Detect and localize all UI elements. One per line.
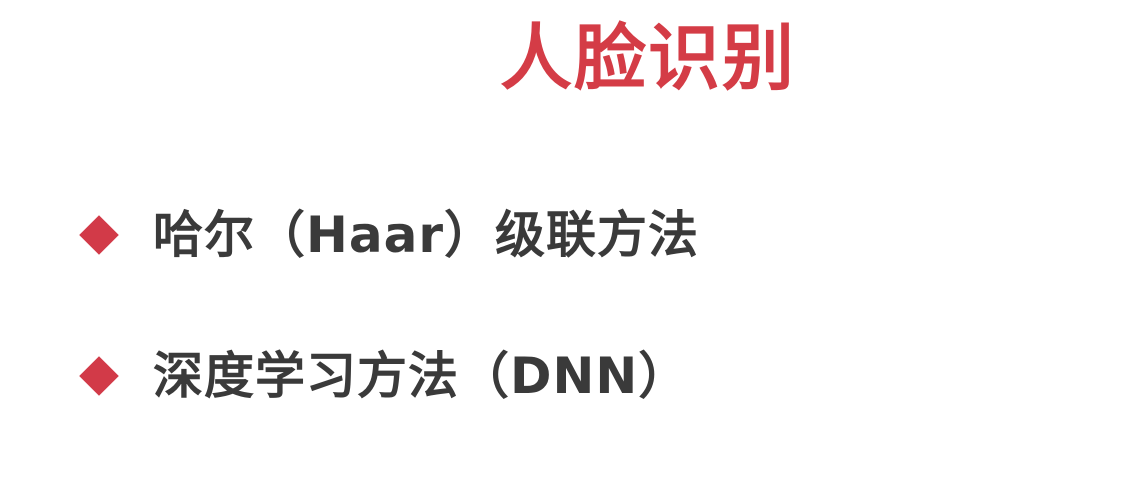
slide: 人脸识别 哈尔（Haar）级联方法 深度学习方法（DNN） xyxy=(0,0,1139,480)
bullet-item: 深度学习方法（DNN） xyxy=(79,336,690,416)
diamond-bullet-icon xyxy=(79,356,119,396)
bullet-text: 深度学习方法（DNN） xyxy=(153,347,690,405)
bullet-text: 哈尔（Haar）级联方法 xyxy=(153,206,699,264)
bullet-item: 哈尔（Haar）级联方法 xyxy=(79,195,699,275)
slide-title: 人脸识别 xyxy=(500,16,797,100)
diamond-bullet-icon xyxy=(79,215,119,255)
